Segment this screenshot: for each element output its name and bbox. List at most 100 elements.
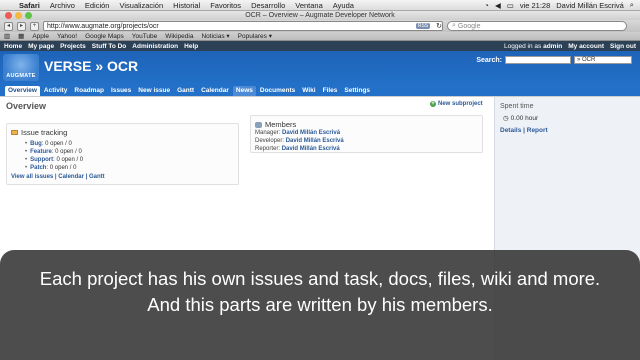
tracker-link[interactable]: Feature bbox=[30, 149, 52, 155]
rss-badge[interactable]: RSS bbox=[415, 23, 431, 29]
top-menu-stuff-to-do[interactable]: Stuff To Do bbox=[92, 43, 127, 50]
tab-documents[interactable]: Documents bbox=[257, 86, 298, 96]
menu-edicion[interactable]: Edición bbox=[80, 1, 115, 10]
search-placeholder: Google bbox=[457, 22, 481, 30]
tab-files[interactable]: Files bbox=[320, 86, 341, 96]
bookmark-apple[interactable]: Apple bbox=[32, 33, 49, 40]
tab-gantt[interactable]: Gantt bbox=[174, 86, 197, 96]
top-menu-home[interactable]: Home bbox=[4, 43, 22, 50]
menu-ventana[interactable]: Ventana bbox=[290, 1, 328, 10]
bookmark-noticias[interactable]: Noticias ▾ bbox=[201, 32, 229, 40]
wifi-icon[interactable]: ◔ bbox=[484, 1, 489, 10]
bookmark-yahoo[interactable]: Yahoo! bbox=[57, 33, 77, 40]
header-search: Search: » OCR bbox=[476, 56, 632, 64]
tracker-stats: : 0 open / 0 bbox=[41, 141, 72, 147]
address-bar[interactable]: http://www.augmate.org/projects/ocr RSS … bbox=[43, 21, 443, 31]
menu-visualizacion[interactable]: Visualización bbox=[114, 1, 168, 10]
tracker-link[interactable]: Patch bbox=[30, 165, 46, 171]
tab-activity[interactable]: Activity bbox=[41, 86, 70, 96]
member-row: Manager: David Millán Escrivá bbox=[255, 130, 341, 136]
header-search-input[interactable] bbox=[505, 56, 571, 64]
forward-button[interactable]: ▸ bbox=[17, 21, 26, 31]
bookmark-populares[interactable]: Populares ▾ bbox=[238, 32, 272, 40]
battery-icon[interactable]: ▭ bbox=[507, 1, 514, 10]
menu-desarrollo[interactable]: Desarrollo bbox=[246, 1, 290, 10]
browser-toolbar: ◂ ▸ + http://www.augmate.org/projects/oc… bbox=[0, 20, 640, 32]
main-menu-tabs: Overview Activity Roadmap Issues New iss… bbox=[0, 85, 640, 96]
tracker-patch: Patch: 0 open / 0 bbox=[25, 164, 234, 172]
bookmark-wikipedia[interactable]: Wikipedia bbox=[165, 33, 193, 40]
close-window-icon[interactable] bbox=[5, 12, 12, 19]
search-label: Search: bbox=[476, 56, 502, 64]
tab-roadmap[interactable]: Roadmap bbox=[71, 86, 107, 96]
top-menu-projects[interactable]: Projects bbox=[60, 43, 86, 50]
search-icon: ⌕ bbox=[452, 22, 456, 29]
top-sites-icon[interactable]: ▦ bbox=[18, 32, 24, 40]
tracker-stats: : 0 open / 0 bbox=[51, 149, 82, 155]
issue-links[interactable]: View all issues | Calendar | Gantt bbox=[11, 172, 234, 180]
logged-in-user[interactable]: admin bbox=[543, 43, 562, 50]
project-title: VERSE » OCR bbox=[44, 58, 139, 74]
members-box: Members Manager: David Millán Escrivá De… bbox=[250, 115, 483, 153]
tracker-stats: : 0 open / 0 bbox=[46, 165, 77, 171]
volume-icon[interactable]: ◀ bbox=[495, 1, 501, 10]
augmate-logo[interactable]: AUGMATE bbox=[3, 54, 39, 81]
project-jump-select[interactable]: » OCR bbox=[574, 56, 632, 64]
member-link[interactable]: David Millán Escrivá bbox=[282, 146, 340, 152]
project-header: AUGMATE VERSE » OCR Search: » OCR bbox=[0, 51, 640, 85]
tracker-bug: Bug: 0 open / 0 bbox=[25, 140, 234, 148]
zoom-window-icon[interactable] bbox=[25, 12, 32, 19]
menu-historial[interactable]: Historial bbox=[168, 1, 205, 10]
spotlight-icon[interactable]: ⌕ bbox=[630, 0, 634, 10]
tab-issues[interactable]: Issues bbox=[108, 86, 134, 96]
members-heading: Members bbox=[255, 120, 478, 129]
sign-out-link[interactable]: Sign out bbox=[610, 43, 636, 50]
top-menu-administration[interactable]: Administration bbox=[132, 43, 178, 50]
clock[interactable]: vie 21:28 bbox=[520, 1, 550, 10]
page-title: Overview bbox=[6, 101, 47, 111]
reload-icon[interactable]: ↻ bbox=[436, 22, 442, 30]
bookmarks-icon[interactable]: ▥ bbox=[4, 32, 10, 40]
tracker-link[interactable]: Support bbox=[30, 157, 53, 163]
tab-wiki[interactable]: Wiki bbox=[299, 86, 318, 96]
tracker-list: Bug: 0 open / 0 Feature: 0 open / 0 Supp… bbox=[11, 137, 234, 172]
top-menu: Home My page Projects Stuff To Do Admini… bbox=[0, 41, 640, 51]
member-link[interactable]: David Millán Escrivá bbox=[286, 138, 344, 144]
add-icon: + bbox=[430, 101, 436, 107]
tracker-link[interactable]: Bug bbox=[30, 141, 42, 147]
tab-overview[interactable]: Overview bbox=[5, 86, 40, 96]
top-menu-help[interactable]: Help bbox=[184, 43, 198, 50]
menu-archivo[interactable]: Archivo bbox=[45, 1, 80, 10]
tab-news[interactable]: News bbox=[232, 86, 256, 96]
tab-settings[interactable]: Settings bbox=[341, 86, 373, 96]
new-subproject-link[interactable]: + New subproject bbox=[430, 101, 483, 107]
window-title: OCR – Overview – Augmate Developer Netwo… bbox=[245, 12, 395, 19]
add-bookmark-button[interactable]: + bbox=[30, 21, 39, 31]
bookmark-youtube[interactable]: YouTube bbox=[132, 33, 158, 40]
menu-ayuda[interactable]: Ayuda bbox=[328, 1, 359, 10]
search-field[interactable]: ⌕ Google bbox=[447, 21, 627, 31]
bookmarks-bar: ▥ ▦ Apple Yahoo! Google Maps YouTube Wik… bbox=[0, 32, 640, 41]
members-title: Members bbox=[265, 120, 297, 129]
my-account-link[interactable]: My account bbox=[568, 43, 604, 50]
member-link[interactable]: David Millán Escrivá bbox=[282, 130, 340, 136]
url-text: http://www.augmate.org/projects/ocr bbox=[47, 22, 159, 30]
menu-safari[interactable]: Safari bbox=[14, 1, 45, 10]
tab-new-issue[interactable]: New issue bbox=[135, 86, 173, 96]
tab-calendar[interactable]: Calendar bbox=[198, 86, 232, 96]
folder-icon bbox=[11, 130, 18, 135]
new-subproject-label: New subproject bbox=[438, 101, 483, 107]
tracker-feature: Feature: 0 open / 0 bbox=[25, 148, 234, 156]
menu-favoritos[interactable]: Favoritos bbox=[205, 1, 246, 10]
member-row: Developer: David Millán Escrivá bbox=[255, 138, 344, 144]
clock-icon: ◷ bbox=[503, 115, 509, 122]
user-name[interactable]: David Millán Escrivá bbox=[556, 1, 624, 10]
issue-tracking-heading: Issue tracking bbox=[11, 128, 234, 137]
back-button[interactable]: ◂ bbox=[4, 21, 13, 31]
logo-text: AUGMATE bbox=[6, 73, 36, 79]
top-menu-my-page[interactable]: My page bbox=[28, 43, 54, 50]
minimize-window-icon[interactable] bbox=[15, 12, 22, 19]
spent-time-links[interactable]: Details | Report bbox=[495, 122, 640, 134]
window-titlebar: OCR – Overview – Augmate Developer Netwo… bbox=[0, 11, 640, 20]
bookmark-google-maps[interactable]: Google Maps bbox=[85, 33, 124, 40]
